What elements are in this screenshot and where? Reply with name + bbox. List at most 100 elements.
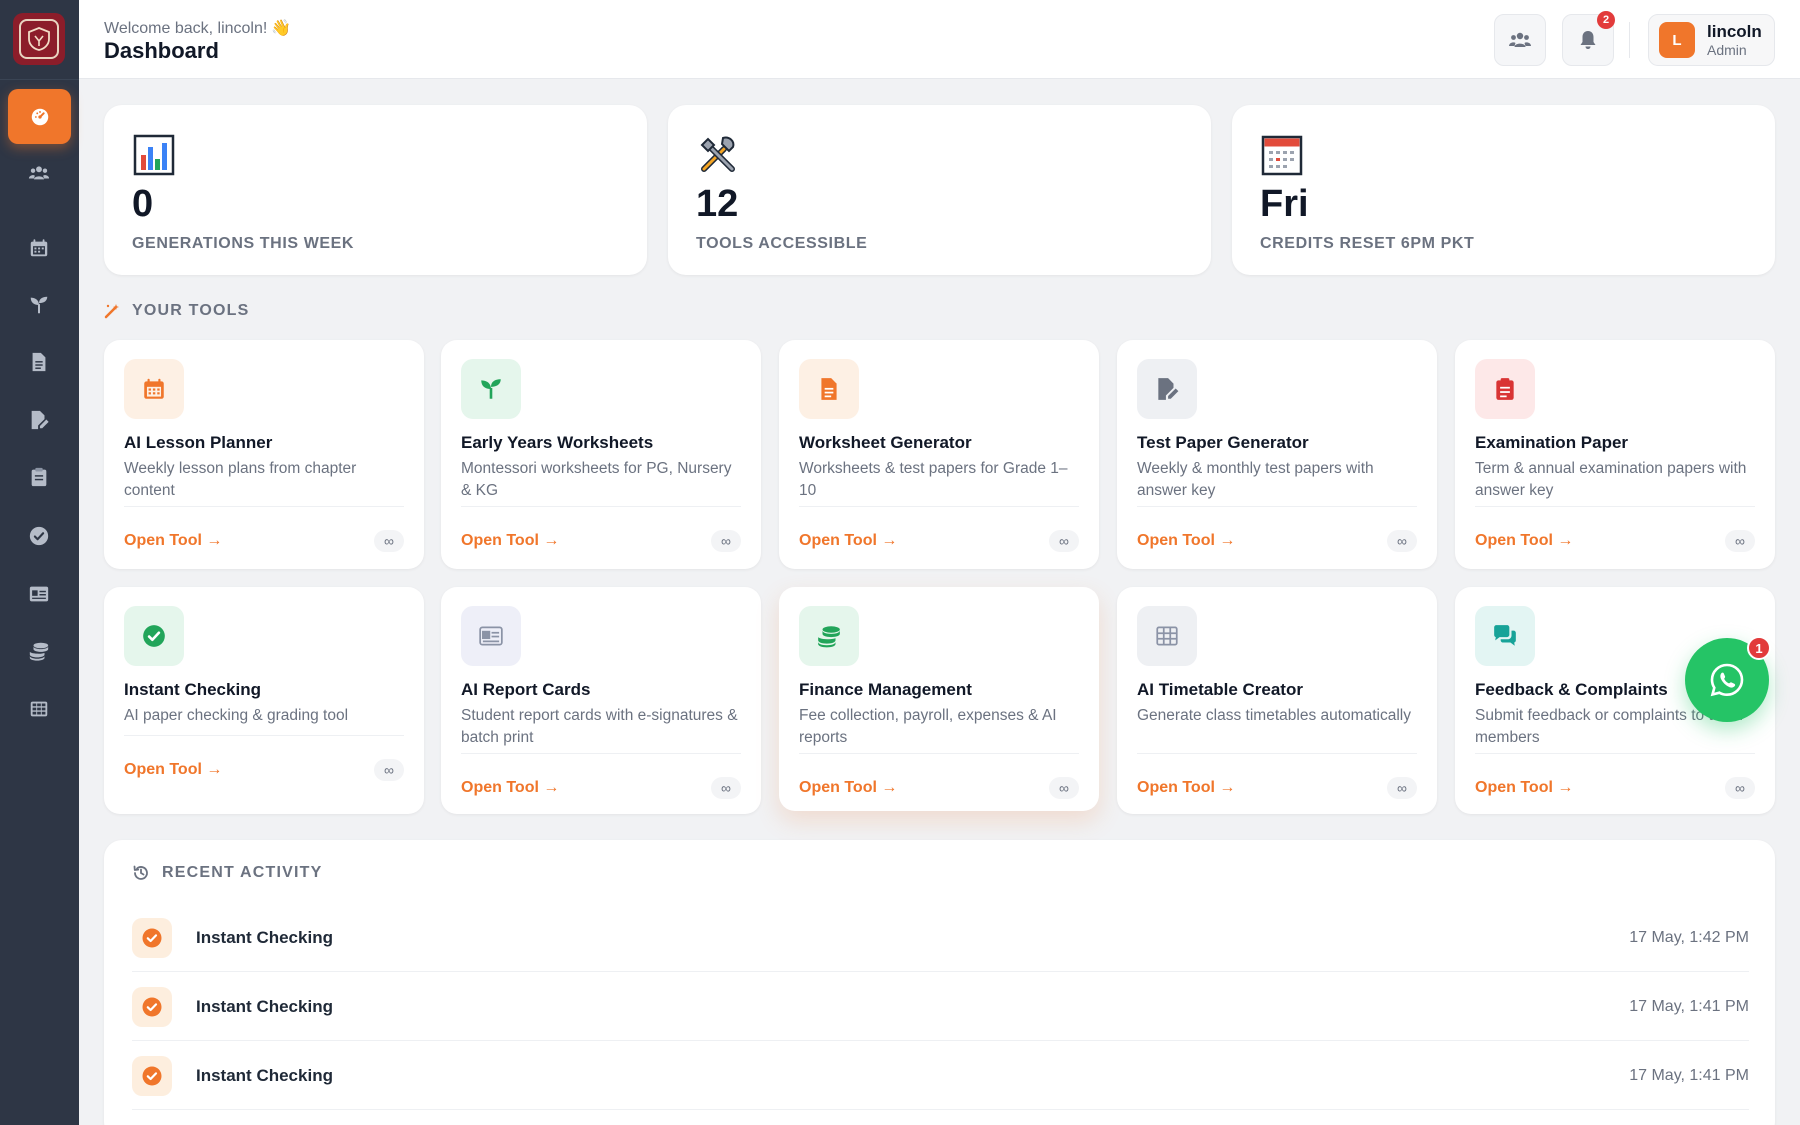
tool-card[interactable]: Instant Checking AI paper checking & gra…: [104, 587, 424, 814]
school-logo[interactable]: [13, 13, 65, 65]
tool-name: Feedback & Complaints: [1475, 680, 1668, 699]
tool-card[interactable]: Test Paper Generator Weekly & monthly te…: [1117, 340, 1437, 569]
check-circle-icon: [132, 918, 172, 958]
open-tool-link[interactable]: Open Tool →: [1137, 532, 1235, 550]
crest-icon: [19, 19, 59, 59]
grid-icon-tile: [1137, 606, 1197, 666]
tool-card[interactable]: Early Years Worksheets Montessori worksh…: [441, 340, 761, 569]
user-name: lincoln: [1707, 22, 1762, 41]
tool-divider: [461, 753, 741, 754]
tool-description: Student report cards with e-signatures &…: [461, 707, 738, 746]
usage-limit-badge: ∞: [1049, 530, 1079, 552]
file-edit-icon-tile: [1137, 359, 1197, 419]
activity-row[interactable]: Instant Checking 17 May, 1:42 PM: [132, 904, 1749, 972]
tool-divider: [124, 735, 404, 736]
tool-divider: [1137, 753, 1417, 754]
stat-label: TOOLS ACCESSIBLE: [696, 235, 868, 252]
open-tool-link[interactable]: Open Tool →: [799, 779, 897, 797]
calendar-icon: [30, 239, 48, 257]
tool-name: Instant Checking: [124, 680, 261, 699]
notifications-button[interactable]: 2: [1562, 11, 1615, 66]
whatsapp-chat-button[interactable]: 1: [1685, 636, 1771, 722]
team-button[interactable]: [1494, 14, 1546, 66]
sidebar-item-examination[interactable]: [17, 457, 61, 497]
sidebar-item-finance[interactable]: [17, 631, 61, 671]
tool-description: Fee collection, payroll, expenses & AI r…: [799, 707, 1057, 746]
check-circle-icon-tile: [124, 606, 184, 666]
usage-limit-badge: ∞: [1049, 777, 1079, 799]
tool-card[interactable]: Examination Paper Term & annual examinat…: [1455, 340, 1775, 569]
dashboard-icon: [31, 108, 48, 125]
sidebar-item-timetable[interactable]: [17, 689, 61, 729]
tool-name: AI Lesson Planner: [124, 433, 273, 452]
open-tool-link[interactable]: Open Tool →: [1475, 532, 1573, 550]
check-circle-icon: [141, 623, 167, 649]
sidebar-item-dashboard[interactable]: [8, 89, 71, 144]
sidebar-item-early-years[interactable]: [17, 285, 61, 325]
id-card-icon: [478, 623, 504, 649]
sidebar-item-instant-checking[interactable]: [17, 516, 61, 556]
sidebar-item-users[interactable]: [17, 153, 61, 193]
sidebar-item-report-cards[interactable]: [17, 574, 61, 614]
id-card-icon: [29, 586, 49, 602]
bell-icon: [1580, 31, 1596, 49]
tool-description: AI paper checking & grading tool: [124, 707, 349, 724]
sprout-icon: [30, 296, 48, 314]
tool-name: AI Timetable Creator: [1137, 680, 1303, 699]
usage-limit-badge: ∞: [711, 530, 741, 552]
tool-divider: [461, 506, 741, 507]
usage-limit-badge: ∞: [1725, 530, 1755, 552]
activity-row[interactable]: Instant Checking 17 May, 1:41 PM: [132, 973, 1749, 1041]
whatsapp-badge: 1: [1747, 636, 1771, 660]
top-bar: Welcome back, lincoln! 👋 Dashboard 2 L li…: [79, 0, 1800, 79]
open-tool-link[interactable]: Open Tool →: [1475, 779, 1573, 797]
open-tool-link[interactable]: Open Tool →: [461, 779, 559, 797]
activity-time: 17 May, 1:41 PM: [1629, 998, 1749, 1015]
tool-card[interactable]: AI Lesson Planner Weekly lesson plans fr…: [104, 340, 424, 569]
activity-row[interactable]: Instant Checking 17 May, 1:41 PM: [132, 1042, 1749, 1110]
tool-card[interactable]: AI Timetable Creator Generate class time…: [1117, 587, 1437, 814]
activity-name: Instant Checking: [196, 1066, 333, 1085]
coins-icon-tile: [799, 606, 859, 666]
clipboard-icon-tile: [1475, 359, 1535, 419]
open-tool-link[interactable]: Open Tool →: [1137, 779, 1235, 797]
welcome-text: Welcome back, lincoln! 👋: [104, 18, 291, 38]
tool-name: AI Report Cards: [461, 680, 591, 699]
coins-icon: [29, 642, 49, 661]
open-tool-link[interactable]: Open Tool →: [799, 532, 897, 550]
notification-count-badge: 2: [1597, 11, 1615, 29]
users-icon: [1509, 32, 1531, 47]
avatar: L: [1659, 22, 1695, 58]
clipboard-icon: [1492, 376, 1518, 402]
sidebar-item-worksheets[interactable]: [17, 342, 61, 382]
usage-limit-badge: ∞: [1387, 530, 1417, 552]
stat-card-credits: Fri CREDITS RESET 6PM PKT: [1232, 105, 1775, 275]
sidebar-item-lesson-planner[interactable]: [17, 228, 61, 268]
tool-card[interactable]: Finance Management Fee collection, payro…: [779, 587, 1099, 811]
activity-name: Instant Checking: [196, 997, 333, 1016]
activity-time: 17 May, 1:42 PM: [1629, 929, 1749, 946]
tools-section-title: YOUR TOOLS: [104, 302, 250, 320]
stat-value: 12: [696, 183, 739, 225]
grid-icon: [30, 701, 48, 717]
tool-divider: [799, 506, 1079, 507]
bar-chart-icon: [133, 134, 175, 176]
activity-section-title: RECENT ACTIVITY: [132, 864, 323, 882]
sidebar-item-test-paper[interactable]: [17, 400, 61, 440]
tool-divider: [124, 506, 404, 507]
tool-card[interactable]: AI Report Cards Student report cards wit…: [441, 587, 761, 814]
open-tool-link[interactable]: Open Tool →: [124, 532, 222, 550]
open-tool-link[interactable]: Open Tool →: [124, 761, 222, 779]
stat-value: 0: [132, 183, 154, 225]
user-menu[interactable]: L lincoln Admin: [1648, 14, 1775, 66]
calendar-icon: [1261, 135, 1303, 176]
tool-card[interactable]: Worksheet Generator Worksheets & test pa…: [779, 340, 1099, 569]
open-tool-link[interactable]: Open Tool →: [461, 532, 559, 550]
history-icon: [133, 865, 148, 880]
section-title-text: YOUR TOOLS: [132, 302, 250, 319]
stat-label: CREDITS RESET 6PM PKT: [1260, 235, 1475, 252]
magic-wand-icon: [104, 304, 119, 319]
usage-limit-badge: ∞: [1387, 777, 1417, 799]
tools-icon: [700, 136, 735, 172]
usage-limit-badge: ∞: [1725, 777, 1755, 799]
